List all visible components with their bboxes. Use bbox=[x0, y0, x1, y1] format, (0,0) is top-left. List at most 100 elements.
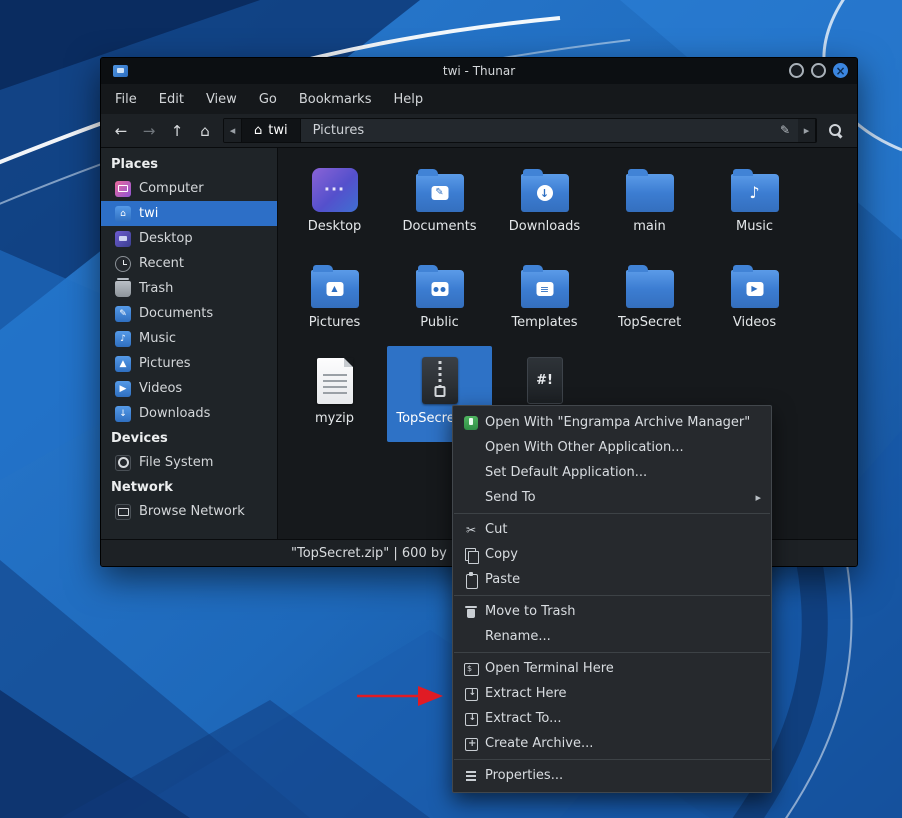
menu-item-extract-here[interactable]: Extract Here bbox=[453, 681, 771, 706]
file-documents[interactable]: Documents bbox=[387, 154, 492, 250]
documents-folder-icon bbox=[416, 174, 464, 212]
file-grid: Desktop Documents Downloads main Music bbox=[282, 154, 812, 442]
music-note-emblem-icon bbox=[749, 185, 759, 201]
menu-item-paste[interactable]: Paste bbox=[453, 567, 771, 592]
menu-file[interactable]: File bbox=[115, 92, 137, 107]
menu-item-properties[interactable]: Properties... bbox=[453, 763, 771, 788]
file-label: Documents bbox=[402, 219, 476, 234]
file-myzip[interactable]: myzip bbox=[282, 346, 387, 442]
devices-heading: Devices bbox=[101, 426, 277, 450]
file-downloads[interactable]: Downloads bbox=[492, 154, 597, 250]
menu-view[interactable]: View bbox=[206, 92, 237, 107]
menu-item-send-to[interactable]: Send To ▸ bbox=[453, 485, 771, 510]
file-pictures[interactable]: Pictures bbox=[282, 250, 387, 346]
crumb-scroll-right-icon[interactable]: ▸ bbox=[798, 119, 816, 142]
menu-help[interactable]: Help bbox=[393, 92, 423, 107]
menu-item-extract-to[interactable]: Extract To... bbox=[453, 706, 771, 731]
desktop-folder-icon bbox=[312, 168, 358, 212]
text-file-icon bbox=[317, 358, 353, 404]
sidebar-label: twi bbox=[139, 206, 158, 221]
file-videos[interactable]: Videos bbox=[702, 250, 807, 346]
menu-edit[interactable]: Edit bbox=[159, 92, 184, 107]
photo-emblem-icon bbox=[326, 282, 343, 296]
maximize-button[interactable] bbox=[811, 63, 826, 78]
sidebar-item-file-system[interactable]: File System bbox=[101, 450, 277, 475]
public-folder-icon bbox=[416, 270, 464, 308]
sidebar-item-desktop[interactable]: Desktop bbox=[101, 226, 277, 251]
downloads-folder-icon bbox=[521, 174, 569, 212]
breadcrumb-pictures[interactable]: Pictures bbox=[301, 119, 376, 142]
search-button[interactable] bbox=[825, 123, 847, 139]
computer-icon bbox=[115, 181, 131, 197]
menu-item-open-with-engrampa[interactable]: Open With "Engrampa Archive Manager" bbox=[453, 410, 771, 435]
file-music[interactable]: Music bbox=[702, 154, 807, 250]
sidebar-item-documents[interactable]: ✎ Documents bbox=[101, 301, 277, 326]
menu-separator bbox=[454, 759, 770, 760]
menu-item-create-archive[interactable]: Create Archive... bbox=[453, 731, 771, 756]
crumb-scroll-left-icon[interactable]: ◂ bbox=[224, 119, 242, 142]
forward-button[interactable]: → bbox=[139, 122, 159, 140]
sidebar-item-browse-network[interactable]: Browse Network bbox=[101, 499, 277, 524]
titlebar[interactable]: twi - Thunar × bbox=[101, 58, 857, 84]
path-bar: ◂ ⌂ twi Pictures ✎ ▸ bbox=[223, 118, 817, 143]
templates-folder-icon bbox=[521, 270, 569, 308]
sidebar-item-videos[interactable]: ▶ Videos bbox=[101, 376, 277, 401]
file-label: main bbox=[633, 219, 665, 234]
sidebar-label: Computer bbox=[139, 181, 204, 196]
menu-bookmarks[interactable]: Bookmarks bbox=[299, 92, 372, 107]
sidebar-label: File System bbox=[139, 455, 213, 470]
file-label: Music bbox=[736, 219, 773, 234]
menu-item-open-with-other[interactable]: Open With Other Application... bbox=[453, 435, 771, 460]
videos-folder-icon bbox=[731, 270, 779, 308]
extract-icon bbox=[463, 711, 479, 727]
sidebar-label: Videos bbox=[139, 381, 182, 396]
menu-go[interactable]: Go bbox=[259, 92, 277, 107]
edit-path-icon[interactable]: ✎ bbox=[780, 123, 790, 137]
window-controls: × bbox=[789, 63, 848, 78]
file-label: Pictures bbox=[309, 315, 360, 330]
extract-icon bbox=[463, 686, 479, 702]
file-public[interactable]: Public bbox=[387, 250, 492, 346]
menu-separator bbox=[454, 513, 770, 514]
places-heading: Places bbox=[101, 152, 277, 176]
sidebar-item-music[interactable]: ♪ Music bbox=[101, 326, 277, 351]
location-field[interactable]: ✎ bbox=[376, 119, 798, 142]
file-topsecret-folder[interactable]: TopSecret bbox=[597, 250, 702, 346]
menu-separator bbox=[454, 595, 770, 596]
menu-item-rename[interactable]: Rename... bbox=[453, 624, 771, 649]
file-label: Public bbox=[420, 315, 458, 330]
file-templates[interactable]: Templates bbox=[492, 250, 597, 346]
menu-item-move-to-trash[interactable]: Move to Trash bbox=[453, 599, 771, 624]
sidebar-item-twi[interactable]: ⌂ twi bbox=[101, 201, 277, 226]
file-main[interactable]: main bbox=[597, 154, 702, 250]
breadcrumb-home[interactable]: ⌂ twi bbox=[242, 119, 301, 142]
file-label: Videos bbox=[733, 315, 776, 330]
file-system-icon bbox=[115, 455, 131, 471]
sidebar-item-trash[interactable]: Trash bbox=[101, 276, 277, 301]
back-button[interactable]: ← bbox=[111, 122, 131, 140]
sidebar-item-recent[interactable]: Recent bbox=[101, 251, 277, 276]
engrampa-icon bbox=[464, 416, 478, 430]
menubar: File Edit View Go Bookmarks Help bbox=[101, 84, 857, 114]
breadcrumb-pictures-label: Pictures bbox=[313, 123, 364, 138]
up-button[interactable]: ↑ bbox=[167, 122, 187, 140]
documents-icon: ✎ bbox=[115, 306, 131, 322]
file-label: myzip bbox=[315, 411, 354, 426]
close-button[interactable]: × bbox=[833, 63, 848, 78]
sidebar-item-downloads[interactable]: ↓ Downloads bbox=[101, 401, 277, 426]
home-button[interactable]: ⌂ bbox=[195, 122, 215, 140]
menu-item-copy[interactable]: Copy bbox=[453, 542, 771, 567]
submenu-arrow-icon: ▸ bbox=[755, 491, 763, 504]
folder-icon bbox=[626, 174, 674, 212]
sidebar-item-pictures[interactable]: ▲ Pictures bbox=[101, 351, 277, 376]
home-icon: ⌂ bbox=[254, 123, 262, 138]
sidebar-item-computer[interactable]: Computer bbox=[101, 176, 277, 201]
file-label: TopSecret bbox=[618, 315, 682, 330]
minimize-button[interactable] bbox=[789, 63, 804, 78]
home-folder-icon: ⌂ bbox=[115, 206, 131, 222]
menu-item-set-default-application[interactable]: Set Default Application... bbox=[453, 460, 771, 485]
network-heading: Network bbox=[101, 475, 277, 499]
menu-item-open-terminal-here[interactable]: Open Terminal Here bbox=[453, 656, 771, 681]
file-desktop[interactable]: Desktop bbox=[282, 154, 387, 250]
menu-item-cut[interactable]: ✂ Cut bbox=[453, 517, 771, 542]
